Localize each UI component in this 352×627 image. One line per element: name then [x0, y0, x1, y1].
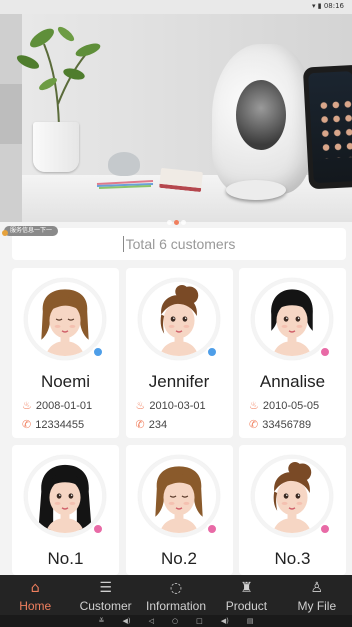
tablet-faces	[317, 96, 352, 159]
small-pot	[108, 152, 140, 176]
book	[159, 167, 203, 193]
customer-birthday: ♨ 2010-05-05	[249, 399, 319, 412]
female-badge-icon	[92, 523, 104, 535]
customer-name: No.1	[47, 549, 84, 568]
avatar-illustration	[28, 459, 102, 533]
birthday-value: 2008-01-01	[35, 399, 93, 412]
status-bar: ▾ ▮ 08:16	[0, 0, 352, 14]
pager-dot[interactable]	[166, 220, 172, 225]
cake-icon: ♨	[22, 399, 32, 412]
customer-card[interactable]: Annalise ♨ 2010-05-05 ✆ 33456789	[239, 268, 346, 438]
phone-value: 33456789	[262, 418, 312, 431]
birthday-value: 2010-05-05	[262, 399, 320, 412]
avatar-illustration	[141, 459, 216, 533]
menu-icon[interactable]: ≚	[99, 617, 105, 625]
tab-home[interactable]: ⌂ Home	[0, 575, 70, 615]
customer-name: Noemi	[40, 372, 91, 391]
customer-card[interactable]: No.3	[239, 445, 346, 575]
customer-card[interactable]: No.1	[12, 445, 119, 575]
phone-value: 234	[148, 418, 168, 431]
volume-up-icon[interactable]: ◀)	[221, 617, 229, 625]
tablet-display	[302, 64, 352, 190]
customer-phone: ✆ 33456789	[249, 418, 311, 431]
banner-carousel[interactable]	[0, 0, 352, 222]
home-icon: ⌂	[30, 580, 40, 596]
promo-tag[interactable]: 服务信息一下一	[4, 226, 59, 236]
male-badge-icon	[92, 346, 104, 358]
chat-icon: ◌	[169, 580, 183, 596]
promo-dot-icon	[2, 230, 8, 236]
tab-label: Customer	[79, 599, 132, 613]
avatar-illustration	[255, 459, 329, 533]
customer-name: No.3	[274, 549, 311, 568]
status-icons: ▾ ▮ 08:16	[312, 2, 344, 10]
avatar-illustration	[255, 282, 329, 356]
customer-card[interactable]: No.2	[125, 445, 233, 575]
device-base	[226, 180, 286, 200]
customer-name: Annalise	[259, 372, 326, 391]
tab-information[interactable]: ◌ Information	[141, 575, 211, 615]
phone-value: 12334455	[35, 418, 85, 431]
tab-customer[interactable]: ☰ Customer	[70, 575, 140, 615]
home-circle-icon[interactable]: ○	[172, 617, 178, 625]
flower-pot	[33, 122, 79, 172]
customer-phone: ✆ 12334455	[22, 418, 84, 431]
tab-my-file[interactable]: ♙ My File	[282, 575, 352, 615]
pencils	[96, 180, 154, 189]
phone-icon: ✆	[22, 418, 32, 431]
birthday-value: 2010-03-01	[149, 399, 206, 412]
avatar-illustration	[28, 282, 102, 356]
customer-total-text: Total 6 customers	[125, 236, 236, 252]
pager-dot[interactable]	[180, 220, 186, 225]
customer-total-bar: Total 6 customers	[12, 228, 346, 260]
customer-name: Jennifer	[148, 372, 210, 391]
system-nav-bar: ≚ ◀) ◁ ○ □ ◀) ▤	[0, 615, 352, 627]
tab-product[interactable]: ♜ Product	[211, 575, 281, 615]
female-badge-icon	[319, 346, 331, 358]
back-icon[interactable]: ◁	[149, 617, 154, 625]
tablet-screen	[308, 71, 352, 184]
cake-icon: ♨	[249, 399, 259, 412]
customer-phone: ✆ 234	[136, 418, 168, 431]
screenshot-icon[interactable]: ▤	[247, 617, 254, 625]
list-icon: ☰	[99, 580, 112, 596]
phone-icon: ✆	[249, 418, 259, 431]
customer-card[interactable]: Jennifer ♨ 2010-03-01 ✆ 234	[125, 268, 233, 438]
customer-name: No.2	[161, 549, 197, 568]
person-icon: ♙	[310, 580, 324, 596]
customer-birthday: ♨ 2010-03-01	[136, 399, 206, 412]
female-badge-icon	[205, 523, 218, 535]
tab-label: My File	[297, 599, 337, 613]
bag-icon: ♜	[240, 580, 253, 596]
carousel-pager[interactable]	[0, 212, 352, 225]
male-badge-icon	[205, 346, 218, 358]
cake-icon: ♨	[135, 399, 146, 412]
female-badge-icon	[319, 523, 331, 535]
bottom-tab-bar: ⌂ Home ☰ Customer ◌ Information ♜ Product ♙ My Fi…	[0, 575, 352, 615]
device-opening	[236, 80, 286, 150]
tab-label: Product	[225, 599, 268, 613]
plant-illustration	[16, 26, 101, 127]
pager-dot[interactable]	[173, 220, 179, 225]
text-cursor	[122, 236, 124, 252]
recents-icon[interactable]: □	[196, 617, 203, 625]
tab-label: Information	[146, 599, 207, 613]
customer-card[interactable]: Noemi ♨ 2008-01-01 ✆ 12334455	[12, 268, 119, 438]
customer-birthday: ♨ 2008-01-01	[22, 399, 92, 412]
phone-icon: ✆	[135, 418, 145, 431]
avatar-illustration	[141, 282, 216, 356]
volume-down-icon[interactable]: ◀)	[122, 617, 130, 625]
tab-label: Home	[19, 599, 52, 613]
